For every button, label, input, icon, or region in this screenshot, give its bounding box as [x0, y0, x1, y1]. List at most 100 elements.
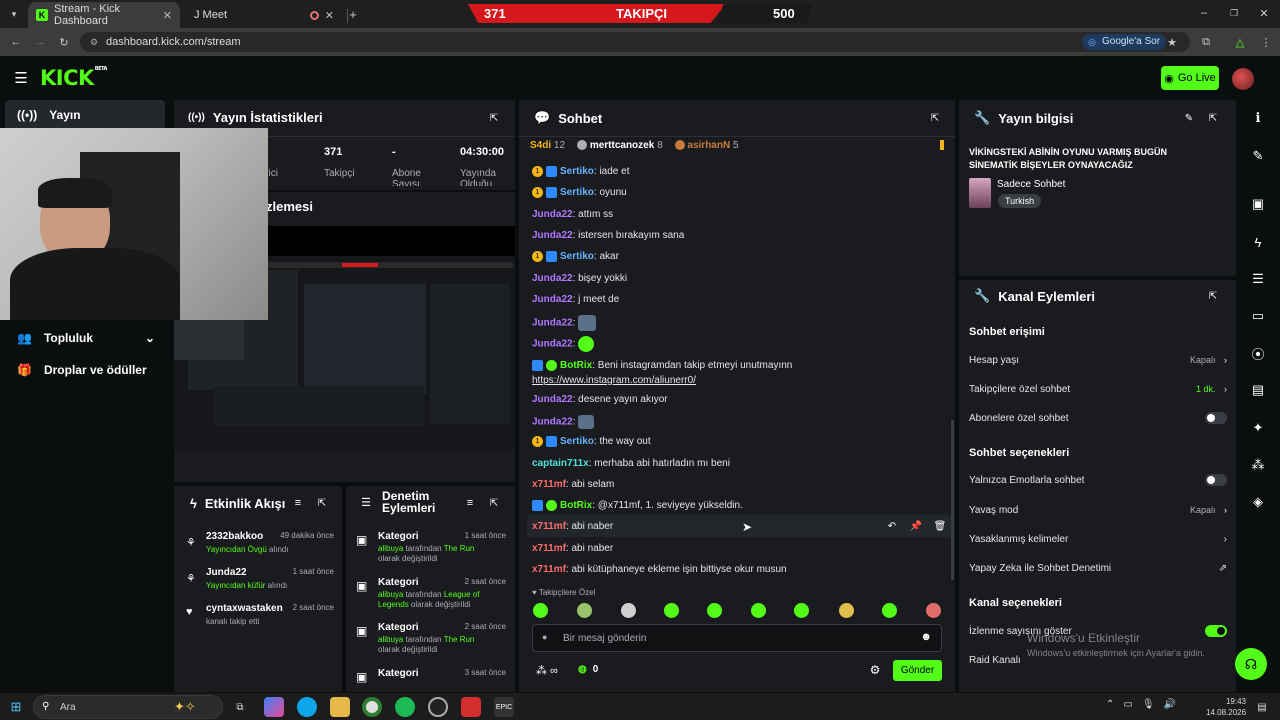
- users-icon[interactable]: ⁂: [1240, 449, 1276, 481]
- taskbar-search[interactable]: ⚲ Ara ✦✧: [33, 695, 223, 719]
- stream-title: VİKİNGSTEKİ ABİNİN OYUNU VARMIŞ BUGÜN Sİ…: [969, 147, 1168, 170]
- tab-list-icon[interactable]: ▾: [6, 6, 22, 22]
- info-icon[interactable]: ℹ: [1240, 102, 1276, 134]
- forward-icon[interactable]: →: [32, 34, 48, 50]
- tag-pill[interactable]: Turkish: [998, 194, 1042, 208]
- pin-icon[interactable]: 📌: [908, 518, 924, 534]
- chat-message: x711mf: abi kütüphaneye ekleme işin bitt…: [532, 564, 787, 575]
- category-name[interactable]: Sadece Sohbet: [997, 179, 1065, 190]
- chat-scrollbar[interactable]: [951, 420, 954, 580]
- browser-menu-icon[interactable]: ⋮: [1258, 34, 1274, 50]
- url-field[interactable]: dashboard.kick.com/stream: [80, 32, 1190, 52]
- setting-account-age[interactable]: Hesap yaşı Kapalı ›: [969, 352, 1227, 368]
- setting-ai-moderation[interactable]: Yapay Zeka ile Sohbet Denetimi ⇗: [969, 560, 1227, 576]
- emote-icon[interactable]: [707, 603, 722, 618]
- popout-icon[interactable]: ⇱: [1207, 290, 1219, 302]
- emote-icon[interactable]: [664, 603, 679, 618]
- restore-icon[interactable]: ❐: [1226, 6, 1242, 20]
- emote-icon[interactable]: [839, 603, 854, 618]
- toggle-switch[interactable]: [1205, 625, 1227, 637]
- profile-extension-icon[interactable]: △: [1232, 34, 1248, 50]
- chat-message: BotRix: @x711mf, 1. seviyeye yükseldin.: [532, 500, 743, 511]
- broadcast-icon[interactable]: ⦿: [1240, 337, 1276, 369]
- sidebar-item-droplar[interactable]: 🎁 Droplar ve ödüller: [5, 355, 165, 385]
- new-tab-icon[interactable]: +: [346, 6, 360, 22]
- lightning-icon[interactable]: ϟ: [1240, 226, 1276, 258]
- sidebar-item-topluluk[interactable]: 👥 Topluluk ⌄: [5, 323, 165, 353]
- bookmark-star-icon[interactable]: ★: [1164, 34, 1180, 50]
- popout-icon[interactable]: ⇱: [488, 497, 500, 509]
- avatar[interactable]: [1232, 68, 1254, 90]
- taskbar-clock[interactable]: 19:43 14.08.2026: [1206, 696, 1246, 718]
- emote-icon[interactable]: [577, 603, 592, 618]
- list-icon[interactable]: ☰: [1240, 263, 1276, 295]
- windows-start-icon[interactable]: ⊞: [8, 699, 24, 715]
- points-icon: ◍: [578, 664, 587, 675]
- channel-points[interactable]: ◍ 0: [578, 664, 598, 675]
- chat-link[interactable]: https://www.instagram.com/aliunerr0/: [532, 375, 696, 386]
- chrome-icon[interactable]: [362, 697, 382, 717]
- spotify-icon[interactable]: [395, 697, 415, 717]
- emote-icon[interactable]: [751, 603, 766, 618]
- tab-jmeet[interactable]: J Meet ✕: [186, 2, 348, 28]
- emote-icon[interactable]: [621, 603, 636, 618]
- task-view-icon[interactable]: ⧉: [230, 697, 250, 717]
- popout-icon[interactable]: ⇱: [929, 112, 941, 124]
- stats-icon[interactable]: ▤: [1240, 374, 1276, 406]
- reload-icon[interactable]: ↻: [56, 34, 72, 50]
- delete-icon[interactable]: 🗑: [932, 518, 948, 534]
- app-icon[interactable]: [461, 697, 481, 717]
- emote-icon[interactable]: [533, 603, 548, 618]
- emote-icon[interactable]: [882, 603, 897, 618]
- toggle-switch[interactable]: [1205, 412, 1227, 424]
- emote-icon[interactable]: [794, 603, 809, 618]
- sidebar-item-yayin[interactable]: ((•)) Yayın: [5, 100, 165, 130]
- setting-raid[interactable]: Raid Kanalı: [969, 652, 1029, 668]
- filter-icon[interactable]: ≡: [292, 497, 304, 509]
- epic-games-icon[interactable]: EPIC: [494, 697, 514, 717]
- setting-slow-mode[interactable]: Yavaş mod Kapalı ›: [969, 502, 1227, 518]
- go-live-button[interactable]: ◉ Go Live: [1161, 66, 1219, 90]
- popout-icon[interactable]: ⇱: [488, 112, 500, 124]
- emote-icon[interactable]: [926, 603, 941, 618]
- setting-banned-words[interactable]: Yasaklanmış kelimeler ›: [969, 531, 1227, 547]
- wrench-icon[interactable]: ✦: [1240, 412, 1276, 444]
- chat-users-icon[interactable]: ⁂ ∞: [536, 664, 558, 677]
- chat-bubble-icon[interactable]: ▭: [1240, 300, 1276, 332]
- emoji-icon[interactable]: ☻: [920, 631, 932, 643]
- kick-logo[interactable]: KICKBETA: [40, 66, 107, 90]
- send-button[interactable]: Gönder: [893, 660, 942, 681]
- support-icon[interactable]: ☊: [1235, 648, 1267, 680]
- popout-icon[interactable]: ⇱: [316, 497, 328, 509]
- site-info-icon[interactable]: ⚙: [88, 36, 100, 48]
- copilot-icon[interactable]: [264, 697, 284, 717]
- back-icon[interactable]: ←: [8, 34, 24, 50]
- setting-followers-only[interactable]: Takipçilere özel sohbet 1 dk. ›: [969, 381, 1227, 397]
- layout-icon[interactable]: ▣: [1240, 188, 1276, 220]
- setting-subs-only[interactable]: Abonelere özel sohbet: [969, 410, 1227, 426]
- popout-icon[interactable]: ⇱: [1207, 112, 1219, 124]
- close-icon[interactable]: ✕: [163, 9, 172, 22]
- close-icon[interactable]: ✕: [325, 9, 334, 22]
- hamburger-menu-icon[interactable]: ☰: [12, 70, 30, 87]
- edit-icon[interactable]: ✎: [1240, 140, 1276, 172]
- obs-icon[interactable]: [428, 697, 448, 717]
- gear-icon[interactable]: ⚙: [868, 663, 882, 677]
- notifications-icon[interactable]: ▤: [1252, 697, 1272, 717]
- drops-icon[interactable]: ◈: [1240, 486, 1276, 518]
- minimize-icon[interactable]: –: [1196, 6, 1212, 20]
- toggle-switch[interactable]: [1205, 474, 1227, 486]
- window-close-icon[interactable]: ✕: [1256, 6, 1272, 20]
- filter-icon[interactable]: ≡: [464, 497, 476, 509]
- tab-kick-dashboard[interactable]: K Stream - Kick Dashboard ✕: [28, 2, 180, 28]
- edge-icon[interactable]: [297, 697, 317, 717]
- setting-emote-only[interactable]: Yalnızca Emotlarla sohbet: [969, 472, 1227, 488]
- reply-icon[interactable]: ↶: [884, 518, 900, 534]
- extensions-icon[interactable]: ⧉: [1198, 34, 1214, 50]
- edit-icon[interactable]: ✎: [1183, 112, 1195, 124]
- system-tray[interactable]: ⌃ ▭ 🎙 🔊: [1106, 699, 1176, 710]
- file-explorer-icon[interactable]: [330, 697, 350, 717]
- mouse-cursor-icon: ➤: [742, 520, 753, 534]
- chat-input[interactable]: ● Bir mesaj gönderin ☻: [532, 624, 942, 652]
- mod-log-icon: ▣: [356, 579, 368, 593]
